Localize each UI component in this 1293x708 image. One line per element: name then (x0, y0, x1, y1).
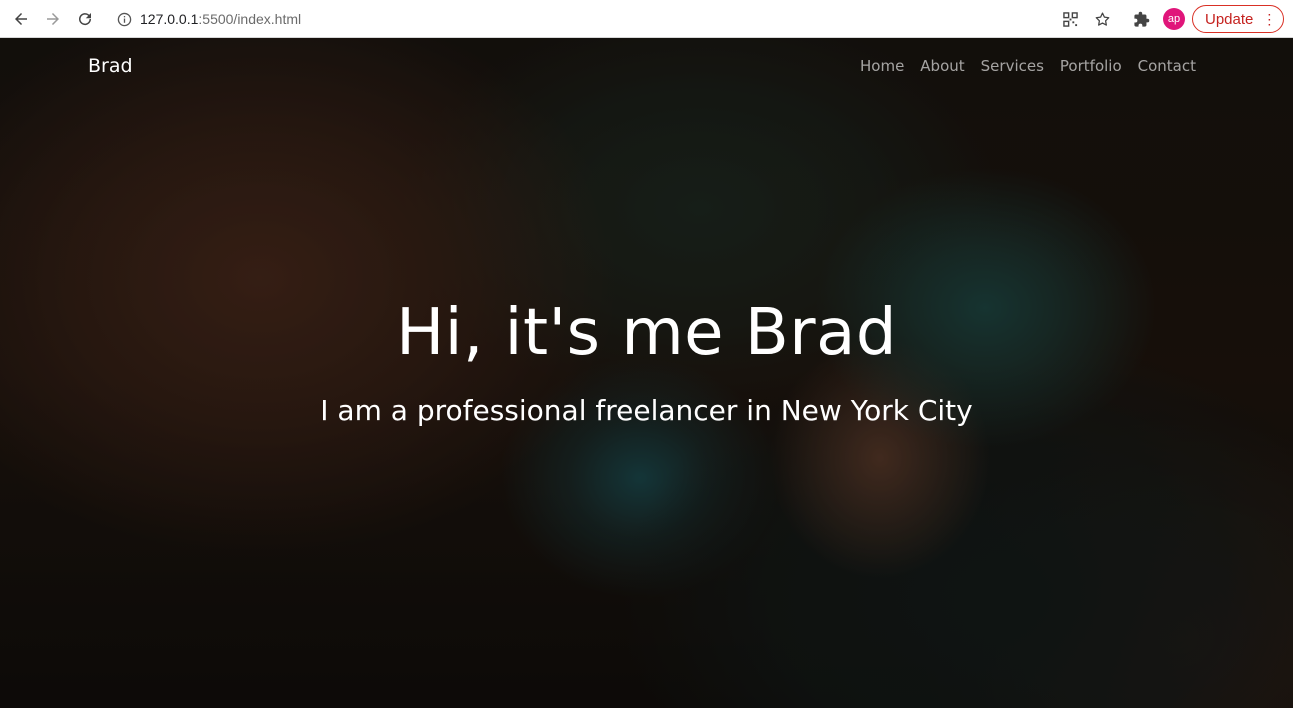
nav-links: Home About Services Portfolio Contact (860, 57, 1196, 75)
hero-title: Hi, it's me Brad (396, 296, 897, 370)
nav-link-home[interactable]: Home (860, 57, 904, 75)
nav-link-contact[interactable]: Contact (1138, 57, 1196, 75)
update-button[interactable]: Update ⋮ (1192, 5, 1284, 33)
address-bar[interactable]: 127.0.0.1:5500/index.html (108, 5, 1118, 33)
hero-section: Brad Home About Services Portfolio Conta… (0, 38, 1293, 708)
star-icon[interactable] (1091, 8, 1113, 30)
info-icon[interactable] (116, 11, 132, 27)
nav-link-services[interactable]: Services (981, 57, 1044, 75)
url-path: :5500/index.html (198, 11, 302, 27)
nav-link-portfolio[interactable]: Portfolio (1060, 57, 1122, 75)
browser-toolbar: 127.0.0.1:5500/index.html ap Update ⋮ (0, 0, 1293, 38)
hero-background-overlay (0, 38, 1293, 708)
site-navbar: Brad Home About Services Portfolio Conta… (0, 38, 1293, 96)
reload-icon[interactable] (73, 7, 97, 31)
back-icon[interactable] (9, 7, 33, 31)
url-text: 127.0.0.1:5500/index.html (140, 11, 301, 27)
avatar[interactable]: ap (1163, 8, 1185, 30)
menu-dots-icon: ⋮ (1262, 11, 1277, 27)
hero-subtitle: I am a professional freelancer in New Yo… (320, 394, 973, 427)
forward-icon[interactable] (41, 7, 65, 31)
nav-link-about[interactable]: About (920, 57, 964, 75)
update-label: Update (1205, 10, 1254, 28)
brand-logo[interactable]: Brad (88, 55, 133, 77)
url-host: 127.0.0.1 (140, 11, 199, 27)
extensions-icon[interactable] (1130, 8, 1152, 30)
qr-code-icon[interactable] (1059, 8, 1081, 30)
